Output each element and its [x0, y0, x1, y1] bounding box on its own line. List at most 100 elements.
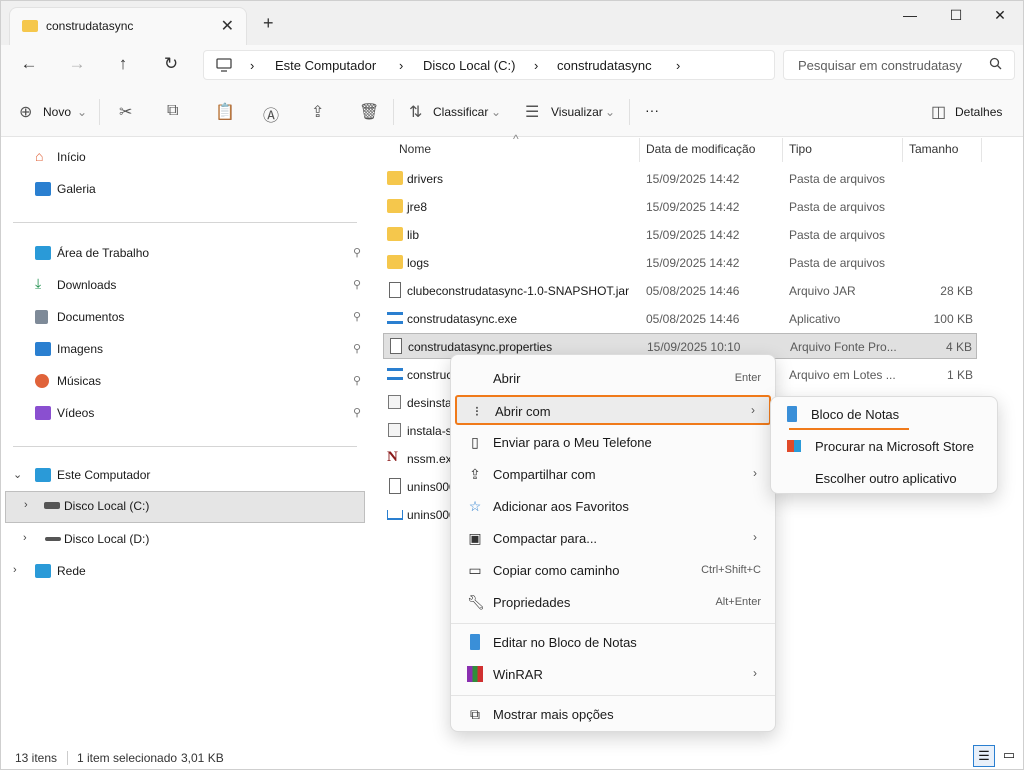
item-count: 13 itens	[15, 751, 58, 765]
documents-icon	[35, 310, 48, 324]
pin-icon[interactable]: ⚲	[353, 342, 361, 355]
file-row[interactable]: drivers 15/09/2025 14:42 Pasta de arquivos	[383, 166, 977, 192]
new-tab-button[interactable]: +	[263, 13, 274, 34]
menu-item-abrir-com[interactable]: ⁝ Abrir com ›	[455, 395, 771, 425]
sidebar-item-disco-local-d[interactable]: › Disco Local (D:)	[1, 525, 365, 555]
exe-icon	[387, 368, 403, 380]
pin-icon[interactable]: ⚲	[353, 374, 361, 387]
search-icon	[989, 57, 1002, 70]
submenu-item-label: Bloco de Notas	[811, 407, 900, 422]
menu-item-compartilhar-com[interactable]: ⇪ Compartilhar com ›	[455, 459, 771, 489]
sidebar-item-label: Disco Local (D:)	[64, 532, 150, 546]
column-header-size[interactable]: Tamanho	[909, 142, 958, 156]
file-row[interactable]: clubeconstrudatasync-1.0-SNAPSHOT.jar 05/…	[383, 278, 977, 304]
submenu-item-microsoft-store[interactable]: Procurar na Microsoft Store	[775, 431, 993, 461]
pin-icon[interactable]: ⚲	[353, 278, 361, 291]
file-date: 05/08/2025 14:46	[646, 312, 740, 326]
up-button[interactable]: ↑	[111, 54, 135, 74]
breadcrumb-chevron: ›	[250, 58, 255, 73]
file-row[interactable]: logs 15/09/2025 14:42 Pasta de arquivos	[383, 250, 977, 276]
menu-item-winrar[interactable]: WinRAR ›	[455, 659, 771, 689]
minimize-button[interactable]: —	[887, 7, 933, 27]
delete-icon[interactable]: 🗑	[359, 102, 379, 122]
file-row[interactable]: construdatasync.exe 05/08/2025 14:46 Aplic…	[383, 306, 977, 332]
forward-button[interactable]: →	[65, 54, 89, 74]
pin-icon[interactable]: ⚲	[353, 246, 361, 259]
close-button[interactable]: ✕	[977, 7, 1023, 27]
chevron-right-icon[interactable]: ›	[13, 564, 17, 576]
file-name: unins000	[407, 508, 456, 522]
file-type: Pasta de arquivos	[789, 228, 886, 242]
column-header-date[interactable]: Data de modificação	[646, 142, 755, 156]
back-button[interactable]: ←	[17, 54, 41, 74]
breadcrumb-construdatasync[interactable]: construdatasync	[557, 58, 652, 73]
sidebar-item-imagens[interactable]: Imagens ⚲	[1, 335, 365, 365]
file-type: Arquivo em Lotes ...	[789, 368, 896, 382]
sidebar-item-area-de-trabalho[interactable]: Área de Trabalho ⚲	[1, 239, 365, 269]
paste-icon[interactable]: 📋	[215, 102, 235, 122]
chevron-down-icon[interactable]: ⌄	[13, 468, 22, 481]
sidebar-item-musicas[interactable]: Músicas ⚲	[1, 367, 365, 397]
sidebar-item-label: Vídeos	[57, 406, 95, 420]
chevron-right-icon[interactable]: ›	[23, 532, 27, 544]
rename-icon[interactable]: Ⓐ	[263, 102, 279, 126]
new-button[interactable]: Novo	[43, 105, 71, 119]
file-name: construdatasync.exe	[407, 312, 518, 326]
menu-item-propriedades[interactable]: 🔧︎ Propriedades Alt+Enter	[455, 587, 771, 617]
view-button[interactable]: Visualizar	[551, 105, 603, 119]
menu-item-compactar[interactable]: ▣ Compactar para... ›	[455, 523, 771, 553]
column-header-name[interactable]: Nome	[399, 142, 431, 156]
search-box[interactable]: Pesquisar em construdatasy	[783, 50, 1015, 80]
chevron-right-icon[interactable]: ›	[24, 499, 28, 511]
submenu-item-escolher-outro[interactable]: Escolher outro aplicativo	[775, 463, 993, 493]
more-button[interactable]: ···	[645, 102, 659, 118]
submenu-item-bloco-de-notas[interactable]: Bloco de Notas	[775, 399, 993, 430]
sidebar-item-inicio[interactable]: ⌂ Início	[1, 143, 365, 173]
sort-dropdown-icon[interactable]: ⌄	[491, 105, 501, 119]
tab-construdatasync[interactable]: construdatasync ✕	[9, 7, 247, 45]
file-row[interactable]: jre8 15/09/2025 14:42 Pasta de arquivos	[383, 194, 977, 220]
sort-button[interactable]: Classificar	[433, 105, 488, 119]
copy-icon[interactable]: ⧉	[167, 102, 178, 120]
address-bar[interactable]: › Este Computador › Disco Local (C:) › c…	[203, 50, 775, 80]
menu-item-abrir[interactable]: Abrir Enter	[455, 363, 771, 393]
menu-item-favoritos[interactable]: ☆ Adicionar aos Favoritos	[455, 491, 771, 521]
view-dropdown-icon[interactable]: ⌄	[605, 105, 615, 119]
breadcrumb-disco-local-c[interactable]: Disco Local (C:)	[423, 58, 515, 73]
menu-item-label: Abrir com	[495, 404, 551, 419]
details-button[interactable]: Detalhes	[955, 105, 1002, 119]
refresh-button[interactable]: ↻	[159, 54, 183, 74]
menu-item-label: Abrir	[493, 371, 521, 386]
menu-item-copiar-caminho[interactable]: ▭ Copiar como caminho Ctrl+Shift+C	[455, 555, 771, 585]
winrar-icon	[467, 666, 483, 682]
breadcrumb-este-computador[interactable]: Este Computador	[275, 58, 376, 73]
exe-icon	[387, 312, 403, 324]
file-row[interactable]: lib 15/09/2025 14:42 Pasta de arquivos	[383, 222, 977, 248]
pin-icon[interactable]: ⚲	[353, 406, 361, 419]
maximize-button[interactable]: ☐	[933, 7, 979, 27]
share-icon[interactable]: ⇪	[311, 102, 324, 122]
new-dropdown-icon[interactable]: ⌄	[77, 105, 87, 119]
sidebar-item-disco-local-c[interactable]: › Disco Local (C:)	[5, 491, 365, 523]
sidebar-item-galeria[interactable]: Galeria	[1, 175, 365, 205]
menu-item-mais-opcoes[interactable]: ⧉ Mostrar mais opções	[455, 699, 771, 729]
search-input[interactable]: Pesquisar em construdatasy	[798, 58, 962, 73]
sidebar-item-documentos[interactable]: Documentos ⚲	[1, 303, 365, 333]
share-icon: ⇪	[469, 466, 481, 482]
menu-item-enviar-telefone[interactable]: ▯ Enviar para o Meu Telefone	[455, 427, 771, 457]
column-header-type[interactable]: Tipo	[789, 142, 812, 156]
computer-icon	[35, 468, 51, 482]
breadcrumb-chevron: ›	[399, 58, 404, 73]
sidebar-item-este-computador[interactable]: ⌄ Este Computador	[1, 461, 365, 491]
uninstall-icon	[387, 510, 403, 520]
pin-icon[interactable]: ⚲	[353, 310, 361, 323]
command-bar: ⊕ Novo ⌄ ✂ ⧉ 📋 Ⓐ ⇪ 🗑 ⇅ Classificar ⌄ ☰ V…	[1, 89, 1023, 137]
sidebar-item-downloads[interactable]: ⤓ Downloads ⚲	[1, 271, 365, 301]
details-view-button[interactable]: ☰	[973, 745, 995, 767]
sidebar-item-videos[interactable]: Vídeos ⚲	[1, 399, 365, 429]
sidebar-item-rede[interactable]: › Rede	[1, 557, 365, 587]
tiles-view-button[interactable]: ▭	[999, 745, 1019, 767]
menu-item-editar-bloco-notas[interactable]: Editar no Bloco de Notas	[455, 627, 771, 657]
tab-close-icon[interactable]: ✕	[221, 16, 234, 36]
cut-icon[interactable]: ✂	[119, 102, 132, 122]
